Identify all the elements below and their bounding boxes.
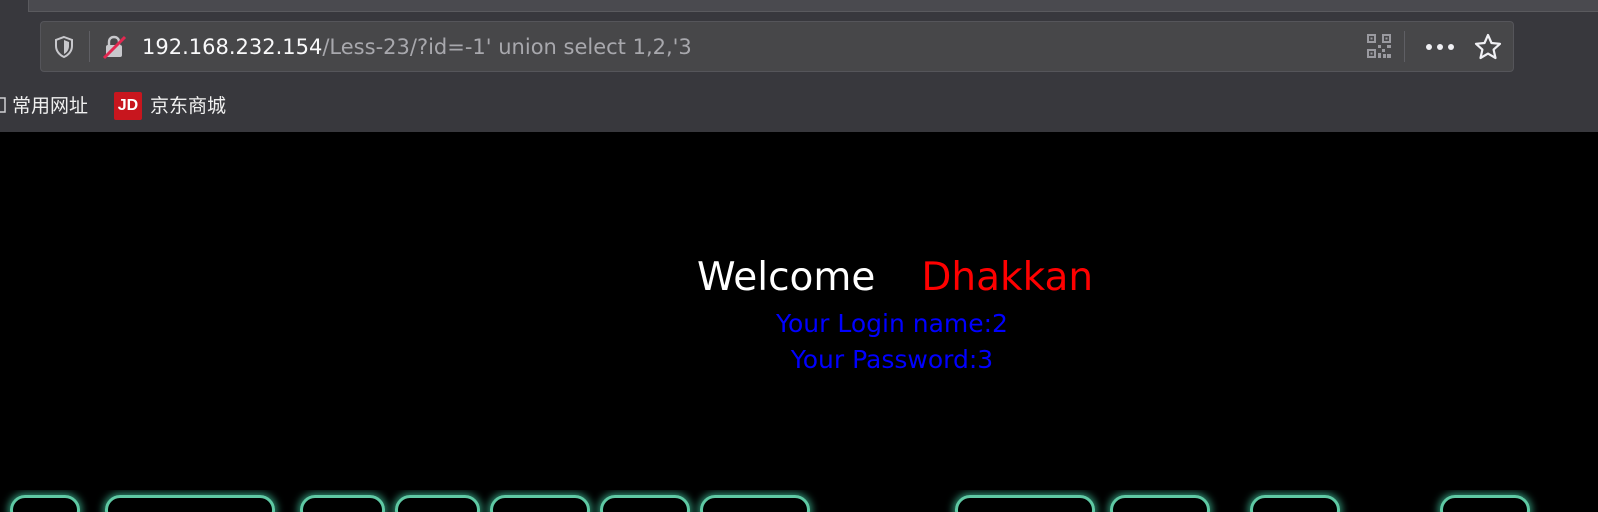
glow-shape xyxy=(955,495,1095,512)
password-text: Your Password:3 xyxy=(790,345,994,374)
toolbar-divider xyxy=(1404,31,1405,62)
qr-code-icon[interactable] xyxy=(1366,33,1392,59)
bookmark-item-jd[interactable]: 京东商城 xyxy=(150,94,226,118)
url-host: 192.168.232.154 xyxy=(142,35,323,59)
login-name-text: Your Login name:2 xyxy=(776,309,1008,338)
more-icon[interactable] xyxy=(1424,36,1456,58)
glow-shape xyxy=(395,495,480,512)
browser-toolbar: 192.168.232.154/Less-23/?id=-1' union se… xyxy=(0,0,1598,132)
bookmarks-bar: 常用网址 JD 京东商城 xyxy=(0,88,1598,124)
glow-shape xyxy=(1110,495,1210,512)
tab-strip xyxy=(28,0,1598,12)
glow-shape xyxy=(1250,495,1340,512)
folder-icon xyxy=(0,97,6,113)
lock-insecure-icon[interactable] xyxy=(101,34,127,60)
glow-shape xyxy=(700,495,810,512)
address-bar-divider xyxy=(89,31,90,62)
welcome-text: Welcome xyxy=(697,255,876,300)
star-icon[interactable] xyxy=(1474,33,1502,61)
welcome-heading: Welcome Dhakkan xyxy=(697,253,1093,303)
shield-icon[interactable] xyxy=(52,35,76,59)
glow-shape xyxy=(10,495,80,512)
url-path: /Less-23/?id=-1' union select 1,2,'3 xyxy=(322,35,692,59)
url-text[interactable]: 192.168.232.154/Less-23/?id=-1' union se… xyxy=(142,33,692,61)
glow-shape xyxy=(1440,495,1530,512)
decorative-glow-banner xyxy=(0,490,1598,512)
glow-shape xyxy=(490,495,590,512)
bookmark-item-common-sites[interactable]: 常用网址 xyxy=(12,94,88,118)
glow-shape xyxy=(600,495,690,512)
page-content: Welcome Dhakkan Your Login name:2 Your Pa… xyxy=(0,132,1598,512)
jd-icon: JD xyxy=(114,92,142,120)
glow-shape xyxy=(105,495,275,512)
welcome-name: Dhakkan xyxy=(921,255,1094,300)
glow-shape xyxy=(300,495,385,512)
